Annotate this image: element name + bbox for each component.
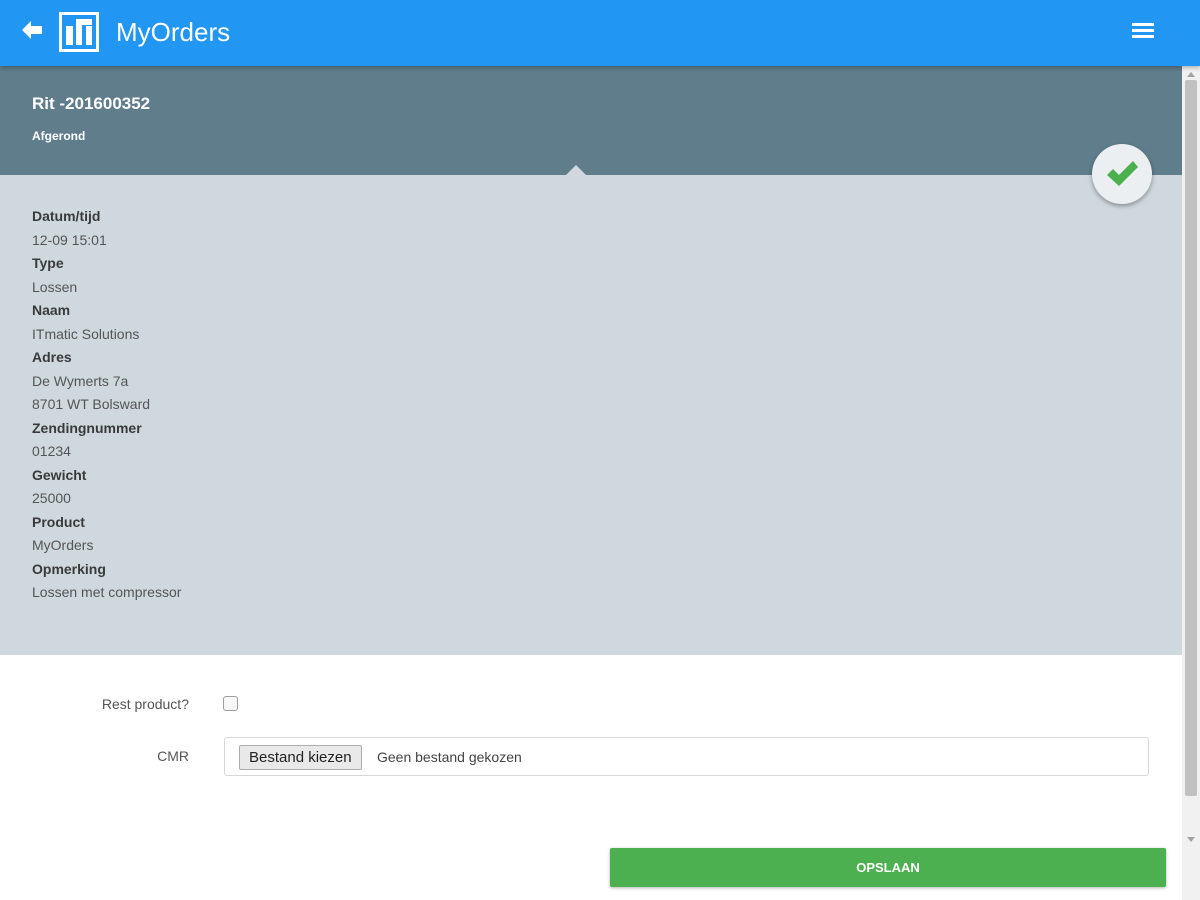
trip-status: Afgerond: [32, 129, 86, 143]
detail-value: 01234: [32, 443, 71, 459]
detail-value: De Wymerts 7a: [32, 372, 129, 389]
hamburger-menu-icon: [1128, 23, 1158, 38]
choose-file-button[interactable]: Bestand kiezen: [239, 745, 362, 770]
rest-product-checkbox[interactable]: [223, 696, 238, 711]
details-list: Datum/tijd 12-09 15:01 Type Lossen Naam ITmat…: [32, 205, 181, 605]
scroll-up-arrow-icon[interactable]: [1187, 72, 1195, 77]
detail-value: 25000: [32, 490, 71, 506]
cmr-label: CMR: [157, 748, 189, 764]
cmr-file-input[interactable]: Bestand kiezen Geen bestand gekozen: [224, 737, 1149, 776]
menu-button[interactable]: [1128, 20, 1158, 46]
detail-value: 8701 WT Bolsward: [32, 396, 151, 412]
trip-header: Rit -201600352 Afgerond: [0, 66, 1182, 175]
rest-product-label: Rest product?: [101, 696, 189, 712]
app-bar: MyOrders: [0, 0, 1200, 66]
scroll-down-arrow-icon[interactable]: [1187, 837, 1195, 842]
header-notch: [566, 165, 586, 175]
app-title: MyOrders: [116, 17, 231, 47]
checkmark-icon: [1107, 161, 1138, 186]
detail-label: Zendingnummer: [32, 419, 142, 436]
content-area: Rit -201600352 Afgerond Datum/tijd 12-09 …: [0, 66, 1182, 900]
detail-value: MyOrders: [32, 537, 94, 553]
back-button[interactable]: [18, 16, 48, 46]
itmatic-logo: [58, 11, 100, 53]
detail-label: Naam: [32, 302, 71, 318]
detail-label: Datum/tijd: [32, 208, 101, 224]
status-fab[interactable]: [1092, 144, 1152, 204]
scrollbar[interactable]: [1182, 66, 1200, 900]
trip-title: Rit -201600352: [32, 94, 151, 113]
detail-label: Type: [32, 255, 64, 271]
detail-value: Lossen met compressor: [32, 584, 182, 600]
detail-value: 12-09 15:01: [32, 231, 107, 248]
detail-label: Opmerking: [32, 560, 106, 577]
scrollbar-thumb[interactable]: [1185, 80, 1197, 796]
detail-label: Adres: [32, 349, 72, 365]
detail-value: Lossen: [32, 278, 78, 295]
detail-label: Gewicht: [32, 466, 87, 483]
file-status-text: Geen bestand gekozen: [377, 749, 522, 765]
arrow-left-icon: [22, 21, 42, 39]
detail-label: Product: [32, 513, 85, 530]
save-button[interactable]: OPSLAAN: [610, 848, 1166, 887]
trip-details: Datum/tijd 12-09 15:01 Type Lossen Naam ITmat…: [0, 175, 1182, 655]
detail-value: ITmatic Solutions: [32, 325, 140, 342]
